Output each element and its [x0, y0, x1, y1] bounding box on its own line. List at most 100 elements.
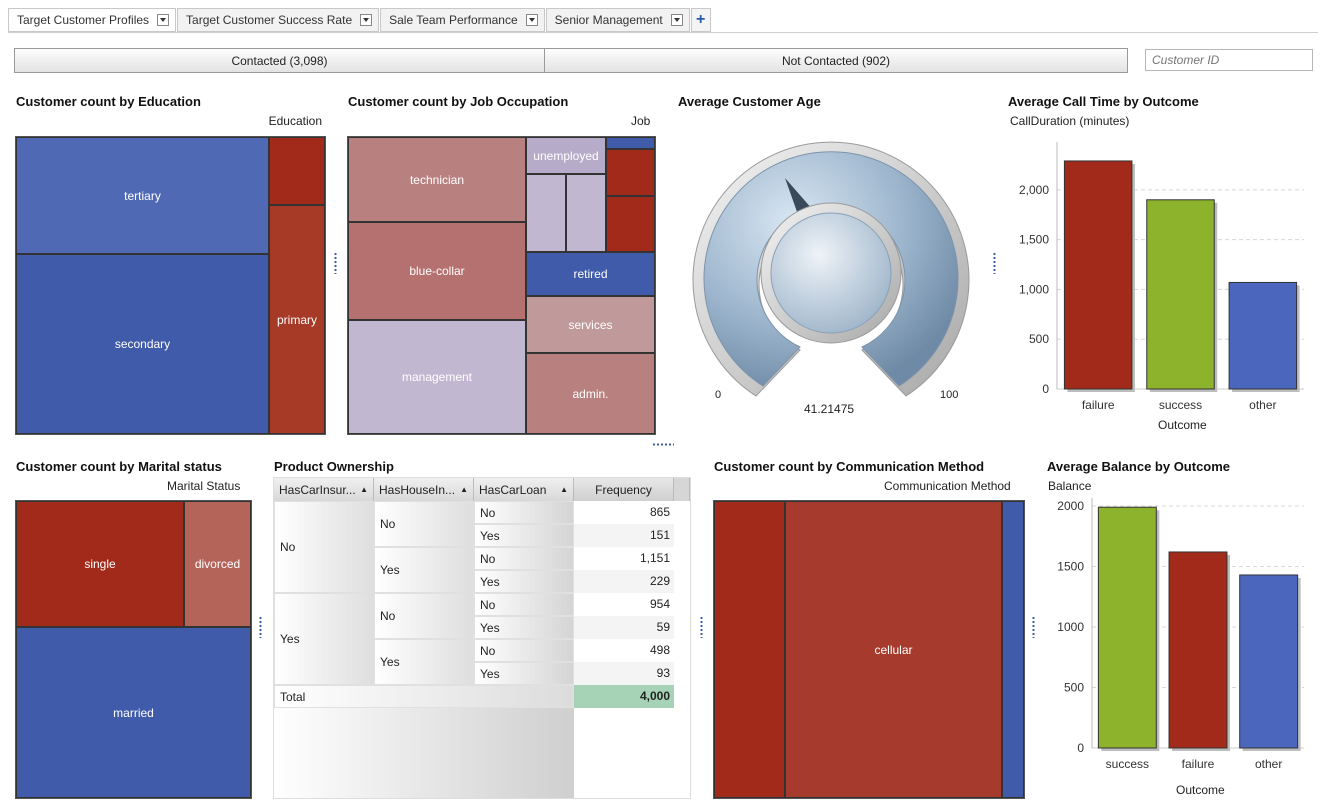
treemap-cell-unknown[interactable]	[714, 501, 785, 798]
resize-handle[interactable]	[993, 252, 996, 274]
treemap-cell-divorced[interactable]: divorced	[184, 501, 251, 627]
y-tick-label: 0	[1077, 741, 1084, 755]
bar-success[interactable]	[1097, 506, 1157, 749]
y-tick-label: 1000	[1057, 620, 1084, 634]
customer-id-input[interactable]	[1145, 49, 1313, 71]
treemap-cell-unknown[interactable]	[269, 137, 325, 205]
row-header: No	[474, 593, 574, 616]
gauge-min-label: 0	[715, 389, 722, 401]
education-legend-label: Education	[268, 114, 322, 128]
row-header: Yes	[474, 662, 574, 685]
job-title: Customer count by Job Occupation	[348, 94, 569, 109]
cell-label: cellular	[874, 642, 913, 657]
frequency-cell: 59	[574, 616, 674, 639]
bar-success[interactable]	[1146, 199, 1215, 390]
column-header[interactable]: HasHouseIn... ▲	[374, 478, 474, 501]
treemap-cell-tertiary[interactable]: tertiary	[16, 137, 269, 254]
x-tick-label: success	[1159, 398, 1202, 412]
treemap-cell-unemployed[interactable]: unemployed	[526, 137, 606, 174]
frequency-cell: 151	[574, 524, 674, 547]
row-header-label: No	[480, 643, 496, 658]
treemap-cell-single[interactable]: single	[16, 501, 184, 627]
treemap-cell-other-1[interactable]	[526, 174, 566, 252]
cell-label: admin.	[572, 386, 609, 401]
contacted-label: Contacted (3,098)	[231, 53, 328, 68]
resize-handle[interactable]	[334, 252, 337, 274]
treemap-cell-services[interactable]: services	[526, 296, 655, 353]
x-tick-label: failure	[1182, 757, 1215, 771]
not-contacted-filter-button[interactable]: Not Contacted (902)	[545, 48, 1128, 73]
age-gauge	[692, 141, 970, 397]
chevron-down-icon[interactable]	[525, 14, 538, 26]
frequency-cell: 865	[649, 505, 670, 519]
resize-handle[interactable]	[1032, 616, 1035, 638]
bar-failure[interactable]	[1168, 551, 1228, 749]
treemap-cell-other-3[interactable]	[606, 137, 655, 149]
column-header-label: Frequency	[595, 482, 652, 497]
sort-up-icon[interactable]: ▲	[560, 485, 568, 494]
cell-label: retired	[573, 267, 608, 281]
bar-other[interactable]	[1239, 574, 1299, 749]
y-tick-label: 1500	[1057, 560, 1084, 574]
cell-label: tertiary	[124, 188, 161, 203]
treemap-cell-management[interactable]: management	[348, 320, 526, 434]
cell-label: technician	[409, 172, 465, 187]
scrollbar-corner	[674, 478, 690, 501]
chevron-down-icon[interactable]	[157, 14, 170, 26]
frequency-cell: 93	[574, 662, 674, 685]
resize-handle[interactable]	[700, 616, 703, 638]
bar-other[interactable]	[1228, 281, 1298, 390]
frequency-cell: 229	[574, 570, 674, 593]
tab-target-customer-profiles[interactable]: Target Customer Profiles	[8, 8, 177, 32]
education-title: Customer count by Education	[16, 94, 201, 109]
row-header: No	[374, 501, 474, 547]
cell-label: married	[113, 705, 154, 720]
treemap-cell-cellular[interactable]: cellular	[785, 501, 1002, 798]
column-header[interactable]: HasCarLoan ▲	[474, 478, 574, 501]
not-contacted-label: Not Contacted (902)	[781, 53, 891, 68]
sort-up-icon[interactable]: ▲	[360, 485, 368, 494]
y-tick-label: 500	[1064, 681, 1084, 695]
bar-failure[interactable]	[1063, 160, 1133, 390]
chevron-down-icon[interactable]	[360, 14, 373, 26]
treemap-cell-blue-collar[interactable]: blue-collar	[348, 222, 526, 320]
resize-handle[interactable]	[652, 443, 674, 446]
cell-label: services	[568, 317, 613, 332]
resize-handle[interactable]	[259, 616, 262, 638]
contacted-filter-button[interactable]: Contacted (3,098)	[14, 48, 545, 73]
treemap-cell-telephone[interactable]	[1002, 501, 1024, 798]
cell-label: primary	[276, 312, 317, 327]
comm-treemap: cellular	[713, 500, 1025, 799]
treemap-cell-secondary[interactable]: secondary	[16, 254, 269, 434]
treemap-cell-other-5[interactable]	[606, 196, 655, 252]
job-legend-label: Job	[631, 114, 651, 128]
row-header-label: Yes	[480, 528, 500, 543]
balance-title: Average Balance by Outcome	[1047, 459, 1231, 474]
add-tab-button[interactable]: +	[690, 8, 711, 32]
column-header-frequency[interactable]: Frequency	[574, 478, 674, 501]
y-tick-label: 0	[1042, 382, 1049, 396]
crosstab-empty-area	[274, 708, 574, 798]
cell-label: blue-collar	[409, 264, 465, 278]
row-header-label: Yes	[380, 563, 400, 577]
sort-up-icon[interactable]: ▲	[460, 485, 468, 494]
column-header[interactable]: HasCarInsur... ▲	[274, 478, 374, 501]
total-row-header: Total	[274, 685, 574, 708]
education-treemap: tertiary secondary primary	[15, 136, 326, 435]
row-header-label: No	[380, 609, 396, 623]
treemap-cell-retired[interactable]: retired	[526, 252, 655, 296]
treemap-cell-other-2[interactable]	[566, 174, 606, 252]
treemap-cell-admin[interactable]: admin.	[526, 353, 655, 434]
tab-senior-management[interactable]: Senior Management	[545, 8, 690, 32]
y-tick-label: 1,000	[1019, 282, 1049, 296]
treemap-cell-other-4[interactable]	[606, 149, 655, 196]
chevron-down-icon[interactable]	[670, 14, 683, 26]
comm-title: Customer count by Communication Method	[714, 459, 985, 474]
treemap-cell-primary[interactable]: primary	[269, 205, 325, 434]
tab-sale-team-performance[interactable]: Sale Team Performance	[380, 8, 545, 32]
treemap-cell-technician[interactable]: technician	[348, 137, 526, 222]
comm-legend-label: Communication Method	[884, 479, 1011, 493]
tab-target-customer-success-rate[interactable]: Target Customer Success Rate	[177, 8, 380, 32]
treemap-cell-married[interactable]: married	[16, 627, 251, 798]
column-header-label: HasCarInsur...	[279, 482, 356, 497]
